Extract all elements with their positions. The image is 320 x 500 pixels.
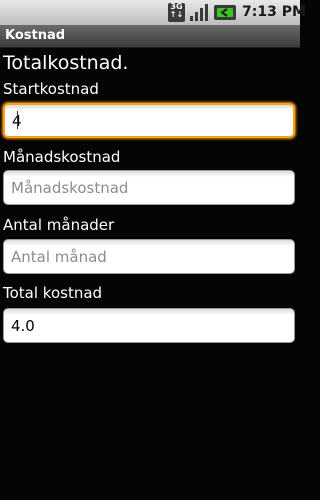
form-heading: Totalkostnad. bbox=[3, 52, 129, 74]
months-input[interactable] bbox=[3, 239, 295, 274]
network-activity-label: ↑↓ bbox=[169, 10, 184, 19]
status-bar: 3G ↑↓ 7:13 PM bbox=[0, 0, 306, 25]
months-label: Antal månader bbox=[3, 216, 115, 234]
total-cost-label: Total kostnad bbox=[3, 284, 103, 302]
start-cost-input[interactable] bbox=[3, 103, 295, 138]
monthly-cost-label: Månadskostnad bbox=[3, 148, 121, 166]
network-3g-icon: 3G ↑↓ bbox=[168, 3, 185, 22]
text-cursor bbox=[17, 111, 18, 129]
app-title: Kostnad bbox=[5, 28, 66, 43]
monthly-cost-input[interactable] bbox=[3, 170, 295, 205]
app-title-bar: Kostnad bbox=[0, 25, 300, 48]
status-time: 7:13 PM bbox=[242, 4, 306, 20]
battery-charging-icon bbox=[214, 5, 236, 20]
total-cost-field[interactable] bbox=[3, 308, 295, 343]
start-cost-label: Startkostnad bbox=[3, 80, 99, 98]
signal-strength-icon bbox=[190, 4, 208, 21]
